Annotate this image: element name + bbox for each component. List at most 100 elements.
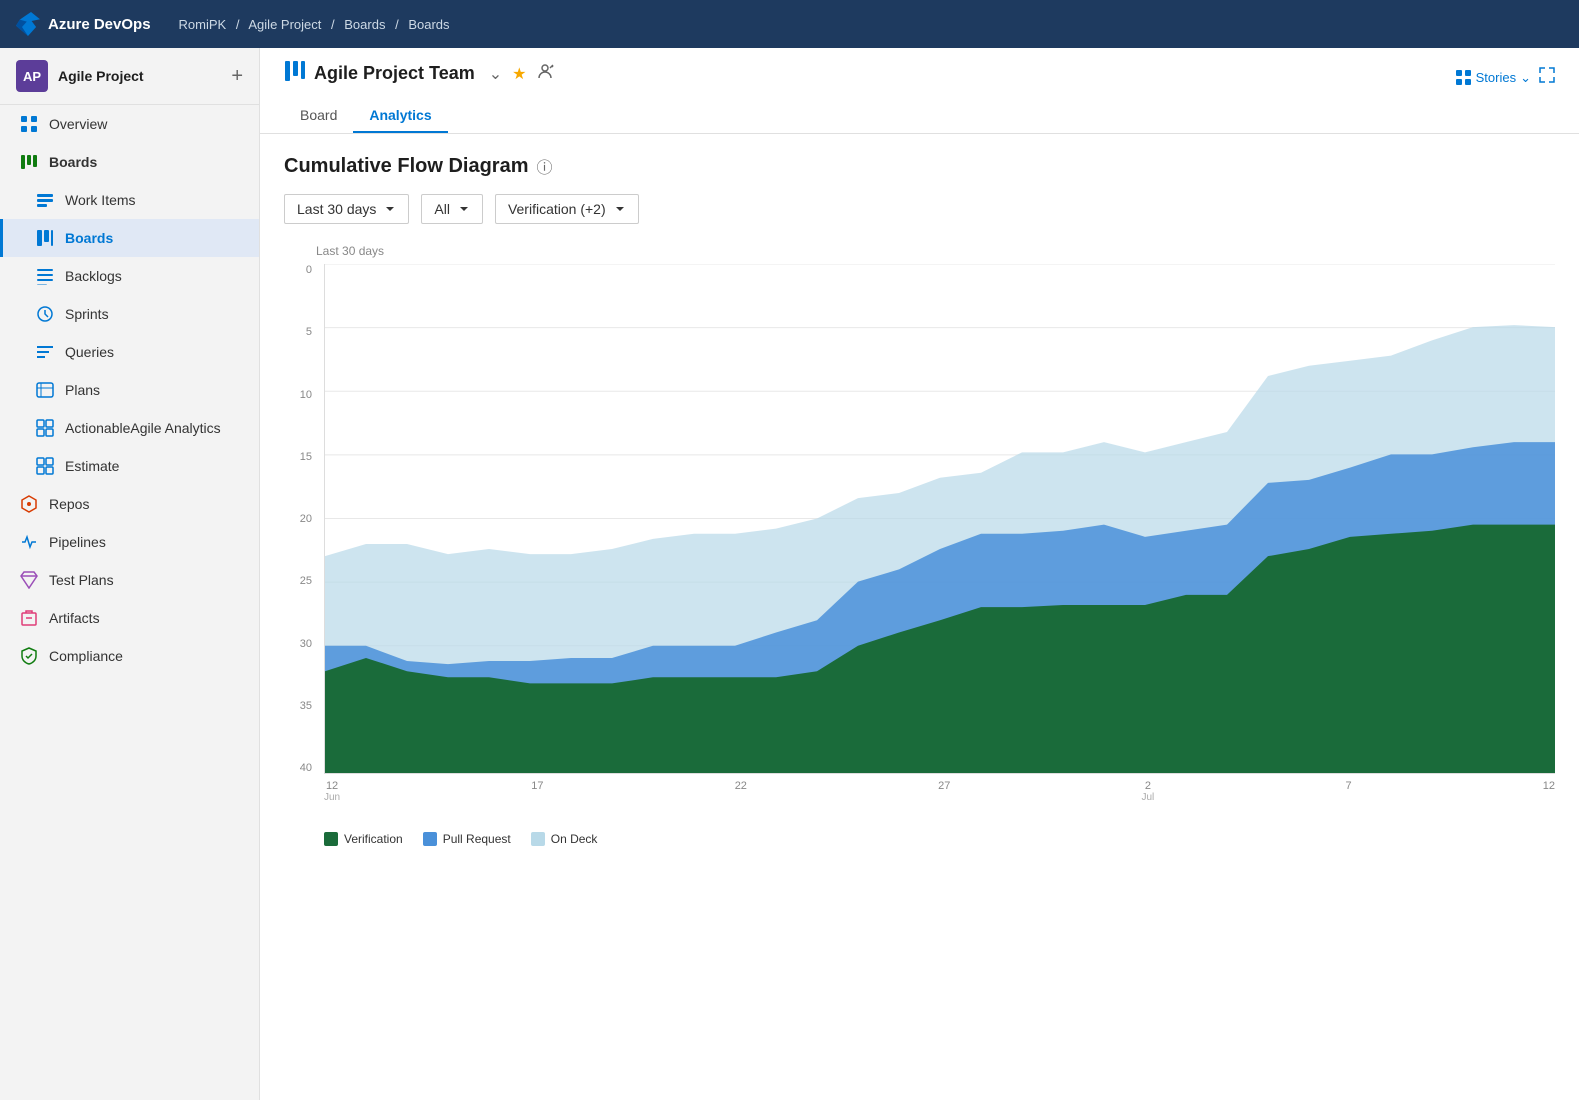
tab-board[interactable]: Board [284,99,353,133]
breadcrumb-romipk[interactable]: RomiPK [179,17,227,32]
favorite-button[interactable]: ★ [510,62,528,86]
artifacts-icon [19,608,39,628]
queries-icon [35,342,55,362]
x-label-22: 22 [735,780,747,792]
sidebar-item-compliance[interactable]: Compliance [0,637,259,675]
main-layout: AP Agile Project + Overview Boards [0,48,1579,1100]
pipelines-icon [19,532,39,552]
time-range-filter[interactable]: Last 30 days [284,194,409,224]
x-axis: 12 Jun 17 22 27 2 Jul [324,774,1555,824]
chart-container: Cumulative Flow Diagram ⓘ Last 30 days A… [260,134,1579,1100]
sidebar-item-pipelines[interactable]: Pipelines [0,523,259,561]
y-label-10: 10 [284,389,316,401]
header-actions: Stories ⌄ [1456,67,1555,88]
overview-icon [19,114,39,134]
sidebar-item-artifacts[interactable]: Artifacts [0,599,259,637]
content-header: Agile Project Team ⌄ ★ Stories ⌄ [260,48,1579,134]
on-deck-label: On Deck [551,832,598,846]
y-label-30: 30 [284,638,316,650]
overview-label: Overview [49,116,107,132]
project-name: Agile Project [58,68,144,84]
y-label-0: 0 [284,264,316,276]
add-project-button[interactable]: + [231,66,243,86]
content-area: Agile Project Team ⌄ ★ Stories ⌄ [260,48,1579,1100]
app-logo[interactable]: Azure DevOps [16,12,151,36]
type-filter[interactable]: All [421,194,483,224]
chart-title: Cumulative Flow Diagram [284,155,529,178]
boards-label: Boards [65,230,113,246]
test-plans-label: Test Plans [49,572,114,588]
sidebar-item-boards[interactable]: Boards [0,219,259,257]
header-row: Agile Project Team ⌄ ★ Stories ⌄ [284,60,1555,95]
boards-icon [35,228,55,248]
y-label-5: 5 [284,326,316,338]
plans-icon [35,380,55,400]
y-label-15: 15 [284,451,316,463]
work-items-icon [35,190,55,210]
artifacts-label: Artifacts [49,610,100,626]
sidebar-item-plans[interactable]: Plans [0,371,259,409]
sidebar-item-sprints[interactable]: Sprints [0,295,259,333]
team-name: Agile Project Team [314,63,475,84]
sprints-label: Sprints [65,306,109,322]
pipelines-label: Pipelines [49,534,106,550]
x-label-jun12: 12 Jun [324,780,340,803]
x-label-12: 12 [1543,780,1555,792]
info-icon[interactable]: ⓘ [537,154,553,178]
actionable-label: ActionableAgile Analytics [65,420,221,436]
boards-group-icon [19,152,39,172]
stories-dropdown-icon: ⌄ [1520,70,1531,86]
expand-button[interactable] [1539,67,1555,88]
sidebar-item-test-plans[interactable]: Test Plans [0,561,259,599]
compliance-label: Compliance [49,648,123,664]
y-label-25: 25 [284,575,316,587]
team-dropdown-button[interactable]: ⌄ [487,62,504,86]
verification-swatch [324,832,338,846]
compliance-icon [19,646,39,666]
sidebar-item-backlogs[interactable]: Backlogs [0,257,259,295]
estimate-label: Estimate [65,458,119,474]
y-axis: 40 35 30 25 20 15 10 5 0 [284,264,316,774]
columns-filter[interactable]: Verification (+2) [495,194,639,224]
sprints-icon [35,304,55,324]
sidebar-item-overview[interactable]: Overview [0,105,259,143]
verification-label: Verification [344,832,403,846]
y-label-35: 35 [284,700,316,712]
sidebar-item-repos[interactable]: Repos [0,485,259,523]
on-deck-swatch [531,832,545,846]
team-header: Agile Project Team ⌄ ★ [284,60,556,87]
chart-legend: Verification Pull Request On Deck [284,832,1555,846]
topbar: Azure DevOps RomiPK / Agile Project / Bo… [0,0,1579,48]
sidebar-item-actionable[interactable]: ActionableAgile Analytics [0,409,259,447]
stories-label: Stories [1476,70,1516,85]
chart-title-row: Cumulative Flow Diagram ⓘ [284,154,1555,178]
x-label-7: 7 [1345,780,1351,792]
x-label-17: 17 [531,780,543,792]
sidebar-project-info: AP Agile Project [16,60,144,92]
work-items-label: Work Items [65,192,136,208]
manage-team-button[interactable] [534,60,556,87]
breadcrumb-boards-2[interactable]: Boards [408,17,449,32]
content-tabs: Board Analytics [284,99,1555,133]
project-avatar: AP [16,60,48,92]
sidebar-item-work-items[interactable]: Work Items [0,181,259,219]
backlogs-icon [35,266,55,286]
chart-label-top: Last 30 days [316,244,384,258]
test-plans-icon [19,570,39,590]
sidebar-item-estimate[interactable]: Estimate [0,447,259,485]
sidebar-item-boards-group[interactable]: Boards [0,143,259,181]
sidebar-item-queries[interactable]: Queries [0,333,259,371]
breadcrumb-boards-1[interactable]: Boards [344,17,385,32]
pull-request-label: Pull Request [443,832,511,846]
legend-on-deck: On Deck [531,832,598,846]
repos-label: Repos [49,496,89,512]
tab-analytics[interactable]: Analytics [353,99,447,133]
breadcrumb-agile-project[interactable]: Agile Project [248,17,321,32]
y-label-40: 40 [284,762,316,774]
x-label-27: 27 [938,780,950,792]
stories-button[interactable]: Stories ⌄ [1456,70,1531,86]
breadcrumb: RomiPK / Agile Project / Boards / Boards [179,17,450,32]
sidebar: AP Agile Project + Overview Boards [0,48,260,1100]
repos-icon [19,494,39,514]
queries-label: Queries [65,344,114,360]
